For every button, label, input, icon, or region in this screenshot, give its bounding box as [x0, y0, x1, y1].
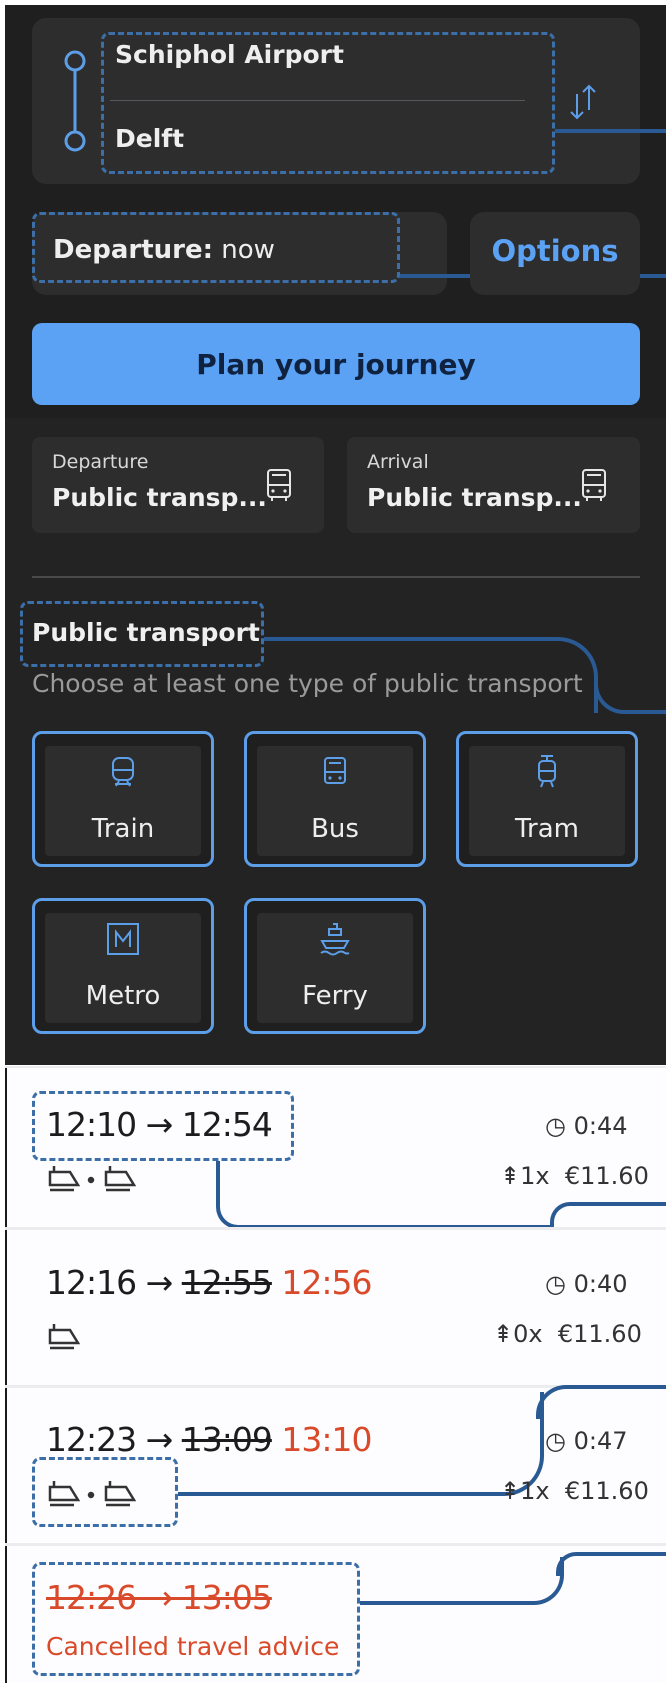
annotation-line-route [555, 129, 666, 133]
annotation-box-title [20, 601, 264, 667]
transfer-icon: ⇞ [500, 1162, 521, 1190]
clock-icon: ◷ [545, 1427, 566, 1455]
duration: ◷ 0:47 [545, 1427, 628, 1455]
ferry-icon [320, 923, 350, 956]
tram-icon [538, 755, 556, 788]
dep-time: 12:16 [46, 1263, 137, 1302]
public-transport-subtitle: Choose at least one type of public trans… [32, 669, 583, 698]
arr-time-new: 12:56 [281, 1263, 372, 1302]
journey-times: 12:16 → 12:55 12:56 [46, 1263, 372, 1302]
price-value: €11.60 [564, 1162, 649, 1190]
transfers-value: 1x [520, 1162, 550, 1190]
arrival-transport-card[interactable]: Arrival Public transp... [347, 437, 640, 533]
journey-row[interactable] [5, 1230, 666, 1385]
route-line-icon [64, 50, 86, 152]
section-divider [32, 576, 640, 578]
swap-vertical-icon[interactable] [567, 82, 601, 122]
mode-train-button[interactable]: Train [32, 731, 214, 867]
annotation-line-legs [178, 1392, 544, 1496]
mode-bus-label: Bus [311, 814, 359, 844]
fare: ⇞1x €11.60 [500, 1477, 649, 1505]
duration-value: 0:47 [573, 1427, 628, 1455]
train-icon [112, 757, 134, 787]
mode-ferry-button[interactable]: Ferry [244, 898, 426, 1034]
arr-time-original: 12:55 [181, 1263, 273, 1302]
metro-icon [107, 923, 139, 955]
duration-value: 0:44 [573, 1112, 628, 1140]
arrival-transport-label: Arrival [367, 451, 429, 473]
annotation-box-times [32, 1091, 294, 1161]
train-legs-icon [48, 1324, 81, 1350]
annotation-box-legs [32, 1457, 178, 1527]
bus-icon [324, 757, 346, 784]
duration-value: 0:40 [573, 1270, 628, 1298]
departure-transport-value: Public transp... [52, 483, 267, 512]
options-label: Options [491, 234, 619, 268]
clock-icon: ◷ [545, 1112, 566, 1140]
train-legs-icon [48, 1166, 137, 1192]
price-value: €11.60 [557, 1320, 642, 1348]
annotation-line-times-b [550, 1202, 666, 1230]
arrival-transport-value: Public transp... [367, 483, 582, 512]
transfers-value: 1x [520, 1477, 550, 1505]
annotation-box-departure [32, 212, 400, 283]
annotation-box-route [101, 32, 555, 174]
fare: ⇞1x €11.60 [500, 1162, 649, 1190]
mode-bus-button[interactable]: Bus [244, 731, 426, 867]
mode-train-label: Train [91, 814, 155, 844]
annotation-line-legs-b [536, 1385, 666, 1419]
bus-icon [582, 469, 606, 501]
bus-icon [267, 469, 291, 501]
dep-time: 12:23 [46, 1420, 137, 1459]
annotation-line-cancelled-b [556, 1552, 666, 1576]
list-top-border [5, 1066, 666, 1068]
mode-ferry-label: Ferry [302, 981, 368, 1011]
mode-metro-button[interactable]: Metro [32, 898, 214, 1034]
transfers-value: 0x [513, 1320, 543, 1348]
fare: ⇞0x €11.60 [493, 1320, 642, 1348]
annotation-line-cancelled [360, 1557, 564, 1605]
transfer-icon: ⇞ [493, 1320, 514, 1348]
departure-transport-card[interactable]: Departure Public transp... [32, 437, 324, 533]
arrow: → [145, 1263, 174, 1302]
mode-metro-label: Metro [85, 981, 161, 1011]
price-value: €11.60 [564, 1477, 649, 1505]
departure-transport-label: Departure [52, 451, 149, 473]
mode-tram-label: Tram [514, 814, 579, 844]
plan-journey-button[interactable]: Plan your journey [32, 323, 640, 405]
duration: ◷ 0:44 [545, 1112, 628, 1140]
transfer-icon: ⇞ [500, 1477, 521, 1505]
arrow: → [145, 1420, 174, 1459]
mode-tram-button[interactable]: Tram [456, 731, 638, 867]
annotation-box-cancelled [32, 1562, 360, 1676]
duration: ◷ 0:40 [545, 1270, 628, 1298]
options-button[interactable]: Options [470, 212, 640, 295]
clock-icon: ◷ [545, 1270, 566, 1298]
